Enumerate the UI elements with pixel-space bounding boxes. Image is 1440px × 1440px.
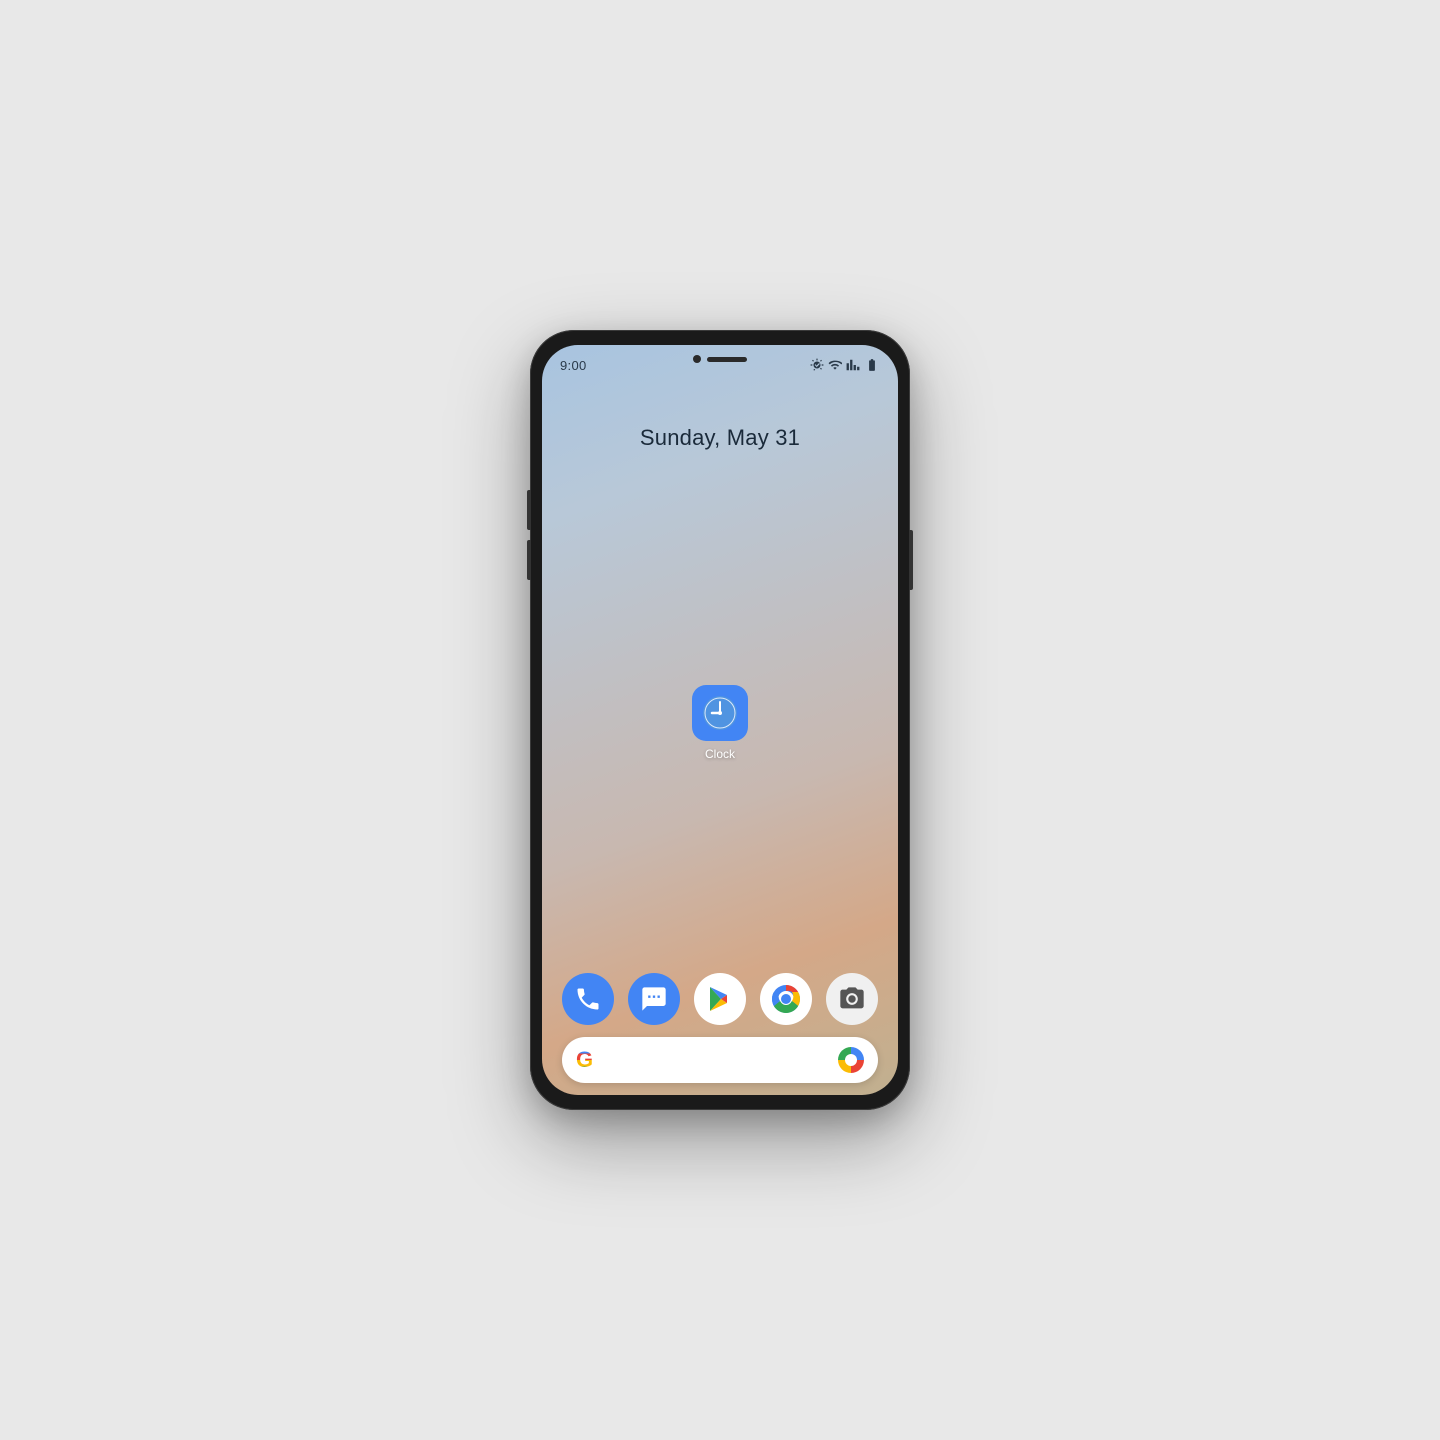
status-icons [810, 358, 880, 372]
power-button[interactable] [909, 530, 913, 590]
volume-down-button[interactable] [527, 540, 531, 580]
camera-icon [838, 985, 866, 1013]
google-assistant-icon[interactable] [838, 1047, 864, 1073]
volume-up-button[interactable] [527, 490, 531, 530]
clock-app-icon[interactable]: Clock [692, 685, 748, 761]
assistant-inner-circle [845, 1054, 857, 1066]
app-dock [542, 973, 898, 1025]
signal-icon [846, 358, 860, 372]
chrome-app-icon[interactable] [760, 973, 812, 1025]
phone-screen: 9:00 Sunday, [542, 345, 898, 1095]
status-bar: 9:00 [542, 345, 898, 377]
google-search-bar[interactable]: G [562, 1037, 878, 1083]
phone-device: 9:00 Sunday, [530, 330, 910, 1110]
messages-app-icon[interactable] [628, 973, 680, 1025]
wifi-icon [828, 358, 842, 372]
clock-icon-background [692, 685, 748, 741]
date-display: Sunday, May 31 [640, 425, 800, 450]
battery-icon [864, 358, 880, 372]
clock-app-label: Clock [705, 747, 735, 761]
phone-app-icon[interactable] [562, 973, 614, 1025]
clock-face-svg [701, 694, 739, 732]
date-widget: Sunday, May 31 [542, 425, 898, 451]
status-time: 9:00 [560, 358, 587, 373]
play-store-app-icon[interactable] [694, 973, 746, 1025]
camera-app-icon[interactable] [826, 973, 878, 1025]
play-store-icon [705, 984, 735, 1014]
google-g-logo: G [576, 1047, 593, 1073]
chrome-icon [770, 983, 802, 1015]
phone-icon [574, 985, 602, 1013]
alarm-icon [810, 358, 824, 372]
messages-icon [640, 985, 668, 1013]
